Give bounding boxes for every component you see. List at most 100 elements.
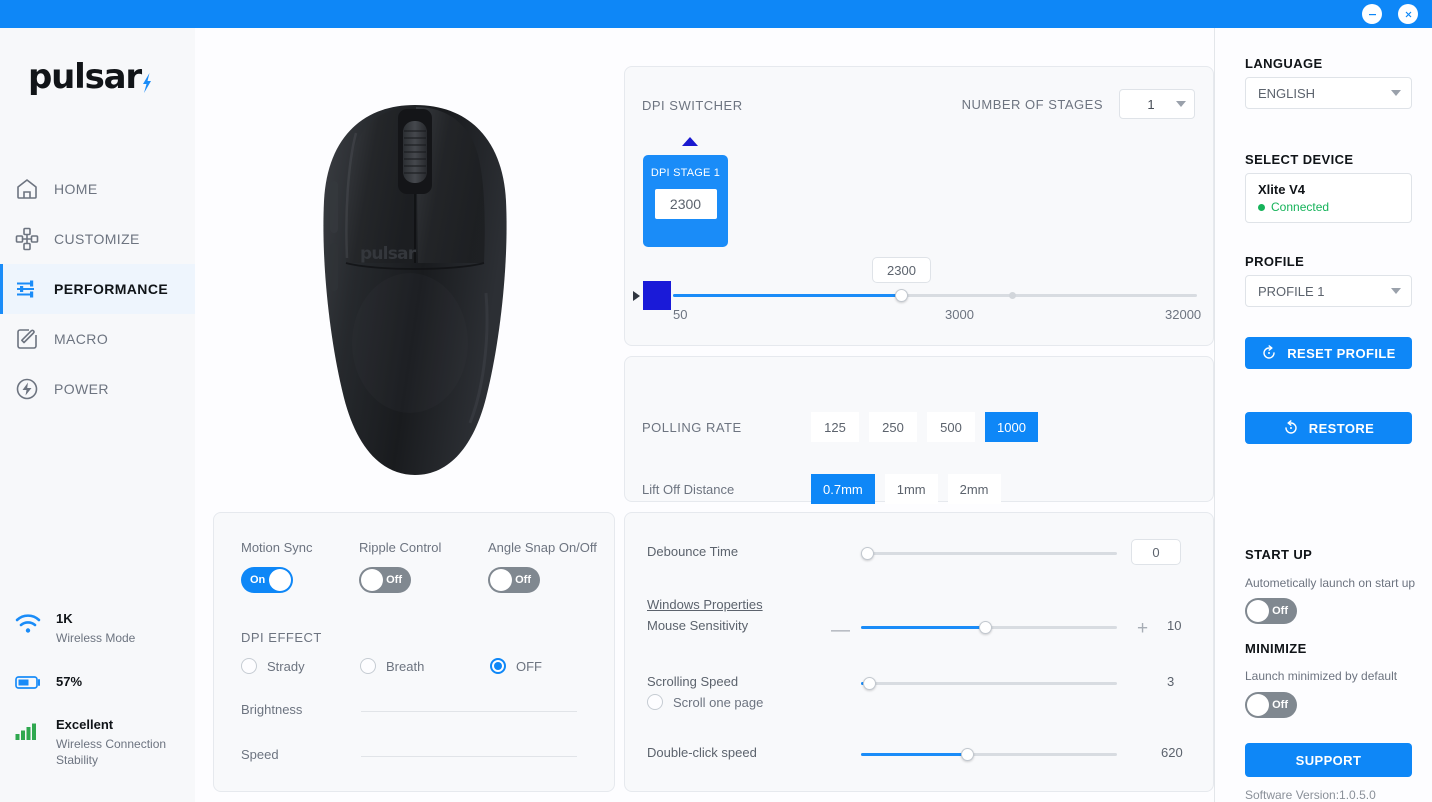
lift-off-distance-option-1mm[interactable]: 1mm <box>884 474 938 504</box>
dpi-slider-knob[interactable] <box>895 289 908 302</box>
profile-select[interactable]: PROFILE 1 <box>1245 275 1412 307</box>
language-select[interactable]: ENGLISH <box>1245 77 1412 109</box>
lift-off-distance-label: Lift Off Distance <box>642 482 735 497</box>
reset-profile-button[interactable]: RESET PROFILE <box>1245 337 1412 369</box>
dpi-slider-tick-dot <box>1009 292 1016 299</box>
wifi-icon <box>15 614 41 634</box>
minimize-icon <box>1368 13 1376 15</box>
debounce-time-value[interactable]: 0 <box>1131 539 1181 565</box>
software-version: Software Version:1.0.5.0 <box>1245 788 1376 802</box>
sidebar-item-label: MACRO <box>54 331 109 347</box>
device-connection-status: Connected <box>1258 200 1399 214</box>
sidebar-item-customize[interactable]: CUSTOMIZE <box>0 214 195 264</box>
ripple-control-toggle[interactable]: Off <box>359 567 411 593</box>
lift-off-distance-option-0-7mm[interactable]: 0.7mm <box>811 474 875 504</box>
double-click-speed-value: 620 <box>1161 745 1183 760</box>
motion-sync-state: On <box>250 574 266 586</box>
toggle-knob <box>1247 694 1269 716</box>
mouse-sensitivity-value: 10 <box>1167 618 1182 633</box>
select-device-heading: SELECT DEVICE <box>1245 152 1354 167</box>
support-button[interactable]: SUPPORT <box>1245 743 1412 777</box>
profile-heading: PROFILE <box>1245 254 1305 269</box>
sidebar-item-performance[interactable]: PERFORMANCE <box>0 264 195 314</box>
sidebar-item-power[interactable]: POWER <box>0 364 195 414</box>
sidebar-item-macro[interactable]: MACRO <box>0 314 195 364</box>
startup-description: Autometically launch on start up <box>1245 576 1416 590</box>
number-of-stages-select[interactable]: 1 <box>1119 89 1195 119</box>
speed-slider-track[interactable] <box>361 756 577 757</box>
dpi-slider-fill <box>673 294 901 297</box>
angle-snap-label: Angle Snap On/Off <box>488 540 597 555</box>
dpi-stage-1-card[interactable]: DPI STAGE 1 2300 <box>643 155 728 247</box>
support-label: SUPPORT <box>1295 752 1362 768</box>
mouse-sensitivity-track[interactable] <box>861 621 1117 634</box>
right-sidebar: LANGUAGE ENGLISH SELECT DEVICE Xlite V4 … <box>1215 28 1432 802</box>
dpi-stage-color-swatch[interactable] <box>643 281 671 310</box>
sensitivity-decrease-button[interactable]: — <box>831 621 850 640</box>
double-click-speed-track[interactable] <box>861 748 1117 761</box>
dpi-slider-track[interactable] <box>673 289 1197 302</box>
speed-label: Speed <box>241 747 279 762</box>
title-bar <box>0 0 1432 28</box>
sensitivity-increase-button[interactable]: + <box>1137 619 1148 638</box>
debounce-time-knob[interactable] <box>861 547 874 560</box>
startup-toggle-state: Off <box>1272 605 1288 617</box>
sidebar-item-label: CUSTOMIZE <box>54 231 140 247</box>
startup-heading: START UP <box>1245 547 1313 562</box>
motion-sync-toggle[interactable]: On <box>241 567 293 593</box>
polling-rate-option-1000[interactable]: 1000 <box>985 412 1038 442</box>
reset-profile-label: RESET PROFILE <box>1287 345 1396 361</box>
toggle-knob <box>1247 600 1269 622</box>
angle-snap-toggle[interactable]: Off <box>488 567 540 593</box>
dpi-slider-area: 2300 50 3000 32000 <box>625 257 1215 333</box>
pulsar-logo: pulsar <box>28 60 195 94</box>
restore-icon <box>1285 420 1297 434</box>
dpi-effect-breath-option[interactable]: Breath <box>360 658 424 674</box>
debounce-time-track[interactable] <box>861 547 1117 560</box>
chevron-down-icon <box>1176 101 1186 107</box>
mouse-sensitivity-label: Mouse Sensitivity <box>647 618 749 633</box>
scrolling-speed-knob[interactable] <box>863 677 876 690</box>
brightness-slider-track[interactable] <box>361 711 577 712</box>
restore-label: RESTORE <box>1308 420 1375 436</box>
chevron-down-icon <box>1391 288 1401 294</box>
dpi-tick-max: 32000 <box>1165 307 1202 322</box>
motion-sync-group: Motion Sync On <box>241 540 313 593</box>
polling-rate-label: POLLING RATE <box>642 420 742 435</box>
number-of-stages-value: 1 <box>1147 96 1155 112</box>
polling-rate-option-125[interactable]: 125 <box>811 412 859 442</box>
polling-rate-options: 125 250 500 1000 <box>811 412 1038 442</box>
minimize-description: Launch minimized by default <box>1245 669 1398 683</box>
chevron-down-icon <box>1391 90 1401 96</box>
scroll-one-page-option[interactable]: Scroll one page <box>647 694 763 710</box>
radio-icon <box>241 658 257 674</box>
scrolling-speed-track[interactable] <box>861 677 1117 690</box>
angle-snap-state: Off <box>515 574 531 586</box>
dpi-effect-strady-option[interactable]: Strady <box>241 658 305 674</box>
sidebar-item-label: POWER <box>54 381 109 397</box>
device-card[interactable]: Xlite V4 Connected <box>1245 173 1412 223</box>
sidebar-item-label: HOME <box>54 181 98 197</box>
svg-text:pulsar: pulsar <box>360 244 417 264</box>
brightness-label: Brightness <box>241 702 303 717</box>
startup-toggle[interactable]: Off <box>1245 598 1297 624</box>
dpi-effect-strady-label: Strady <box>267 658 305 674</box>
mouse-sensitivity-knob[interactable] <box>979 621 992 634</box>
battery-icon <box>15 675 40 689</box>
debounce-time-label: Debounce Time <box>647 544 739 559</box>
close-icon <box>1405 11 1411 17</box>
dpi-stage-1-value[interactable]: 2300 <box>654 189 717 219</box>
double-click-speed-knob[interactable] <box>961 748 974 761</box>
battery-value: 57% <box>56 674 83 690</box>
polling-rate-option-250[interactable]: 250 <box>869 412 917 442</box>
close-button[interactable] <box>1398 4 1418 24</box>
language-heading: LANGUAGE <box>1245 56 1323 71</box>
windows-properties-link[interactable]: Windows Properties <box>647 597 763 612</box>
lift-off-distance-option-2mm[interactable]: 2mm <box>947 474 1001 504</box>
sidebar-item-home[interactable]: HOME <box>0 164 195 214</box>
restore-button[interactable]: RESTORE <box>1245 412 1412 444</box>
polling-rate-option-500[interactable]: 500 <box>927 412 975 442</box>
dpi-effect-off-option[interactable]: OFF <box>490 658 542 674</box>
minimize-button[interactable] <box>1362 4 1382 24</box>
minimize-toggle[interactable]: Off <box>1245 692 1297 718</box>
